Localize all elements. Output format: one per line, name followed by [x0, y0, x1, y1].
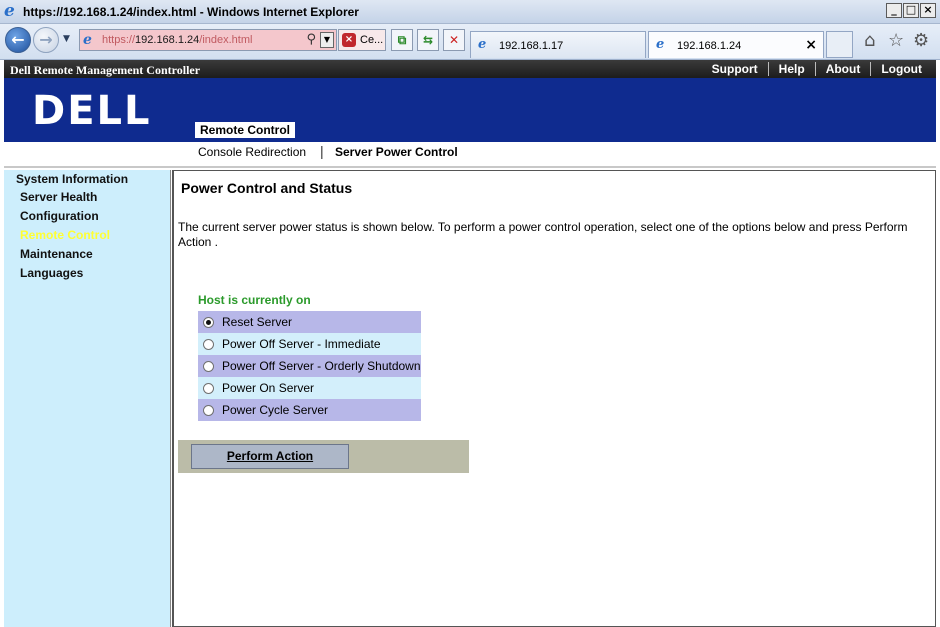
compat-view-icon: ⧉	[397, 33, 407, 47]
address-dropdown-button[interactable]: ▼	[320, 32, 334, 48]
minimize-button[interactable]: _	[886, 3, 902, 18]
sidebar-item-server-health[interactable]: Server Health	[20, 190, 97, 204]
tab-page-icon: e	[478, 37, 487, 52]
sidebar-item-remote-control[interactable]: Remote Control	[20, 228, 110, 242]
compat-view-button[interactable]: ⧉	[391, 29, 413, 51]
radio-power-cycle[interactable]	[203, 404, 214, 416]
sidebar: System Information Server Health Configu…	[4, 170, 171, 627]
option-label: Reset Server	[222, 315, 293, 329]
option-power-on[interactable]: Power On Server	[198, 377, 421, 399]
cert-error-icon: ×	[342, 33, 356, 47]
browser-toolbar: ← → ▼ e https://192.168.1.24/index.html …	[0, 24, 940, 60]
app-title: Dell Remote Management Controller	[10, 63, 201, 77]
top-links: Support Help About Logout	[702, 62, 932, 76]
url-scheme: https://	[102, 34, 136, 46]
browser-tab-active[interactable]: e 192.168.1.24 ×	[648, 31, 824, 58]
tools-icon[interactable]: ⚙	[913, 31, 929, 51]
home-icon[interactable]: ⌂	[864, 31, 875, 51]
sidebar-item-configuration[interactable]: Configuration	[20, 209, 99, 223]
url-path: /index.html	[199, 34, 253, 46]
address-bar[interactable]: e https://192.168.1.24/index.html ⚲ ▼	[79, 29, 337, 51]
option-power-off-immediate[interactable]: Power Off Server - Immediate	[198, 333, 421, 355]
option-label: Power Off Server - Orderly Shutdown	[222, 359, 421, 373]
new-tab-button[interactable]	[826, 31, 853, 58]
search-icon[interactable]: ⚲	[306, 32, 316, 47]
internet-explorer-icon: e	[4, 1, 15, 21]
address-url[interactable]: https://192.168.1.24/index.html	[102, 34, 252, 46]
tab-console-redirection[interactable]: Console Redirection	[198, 145, 306, 159]
tab-label: 192.168.1.17	[499, 40, 564, 52]
close-button[interactable]: ×	[920, 3, 936, 18]
window-title-bar: e https://192.168.1.24/index.html - Wind…	[0, 0, 940, 24]
sidebar-item-languages[interactable]: Languages	[20, 266, 83, 280]
option-label: Power Off Server - Immediate	[222, 337, 381, 351]
window-controls: _ □ ×	[886, 3, 936, 18]
main-content: Power Control and Status The current ser…	[172, 170, 936, 627]
perform-action-button[interactable]: Perform Action	[191, 444, 349, 469]
tab-page-icon: e	[656, 37, 665, 52]
option-power-cycle[interactable]: Power Cycle Server	[198, 399, 421, 421]
forward-icon: →	[39, 30, 53, 49]
window-title: https://192.168.1.24/index.html - Window…	[23, 5, 359, 19]
subnav-separator: |	[320, 143, 324, 159]
maximize-button[interactable]: □	[903, 3, 919, 18]
forward-button[interactable]: →	[33, 27, 59, 53]
power-options: Reset Server Power Off Server - Immediat…	[198, 311, 421, 421]
browser-tab[interactable]: e 192.168.1.17	[470, 31, 646, 58]
certificate-label: Ce...	[360, 34, 384, 46]
power-status-text: Host is currently on	[198, 293, 311, 307]
sidebar-item-maintenance[interactable]: Maintenance	[20, 247, 93, 261]
tab-remote-control[interactable]: Remote Control	[195, 122, 295, 138]
tab-label: 192.168.1.24	[677, 40, 742, 52]
radio-reset-server[interactable]	[203, 316, 214, 328]
sub-navigation: Console Redirection | Server Power Contr…	[4, 142, 936, 168]
stop-button[interactable]: ✕	[443, 29, 465, 51]
help-link[interactable]: Help	[767, 62, 815, 76]
logout-link[interactable]: Logout	[870, 62, 932, 76]
option-label: Power Cycle Server	[222, 403, 329, 417]
action-bar: Perform Action	[178, 440, 469, 473]
option-label: Power On Server	[222, 381, 315, 395]
page-icon: e	[83, 32, 92, 48]
refresh-icon: ⇆	[422, 33, 434, 47]
page-title: Power Control and Status	[181, 180, 353, 196]
back-button[interactable]: ←	[5, 27, 31, 53]
brand-banner: DELL Remote Control	[4, 78, 936, 142]
dell-logo: DELL	[32, 88, 152, 134]
radio-power-off-orderly[interactable]	[203, 360, 214, 372]
tab-close-icon[interactable]: ×	[805, 37, 817, 53]
radio-power-off-immediate[interactable]	[203, 338, 214, 350]
option-reset-server[interactable]: Reset Server	[198, 311, 421, 333]
stop-icon: ✕	[448, 33, 460, 47]
sidebar-item-system-information[interactable]: System Information	[16, 172, 128, 186]
url-host: 192.168.1.24	[135, 34, 200, 46]
about-link[interactable]: About	[814, 62, 871, 76]
tab-server-power-control[interactable]: Server Power Control	[335, 145, 458, 159]
certificate-error-button[interactable]: × Ce...	[338, 29, 386, 51]
back-icon: ←	[11, 30, 25, 49]
instructions-text: The current server power status is shown…	[178, 220, 908, 249]
refresh-button[interactable]: ⇆	[417, 29, 439, 51]
support-link[interactable]: Support	[702, 62, 768, 76]
radio-power-on[interactable]	[203, 382, 214, 394]
app-header-bar: Dell Remote Management Controller Suppor…	[4, 60, 936, 78]
recent-pages-dropdown[interactable]: ▼	[63, 34, 70, 44]
option-power-off-orderly[interactable]: Power Off Server - Orderly Shutdown	[198, 355, 421, 377]
favorites-icon[interactable]: ☆	[888, 31, 904, 51]
